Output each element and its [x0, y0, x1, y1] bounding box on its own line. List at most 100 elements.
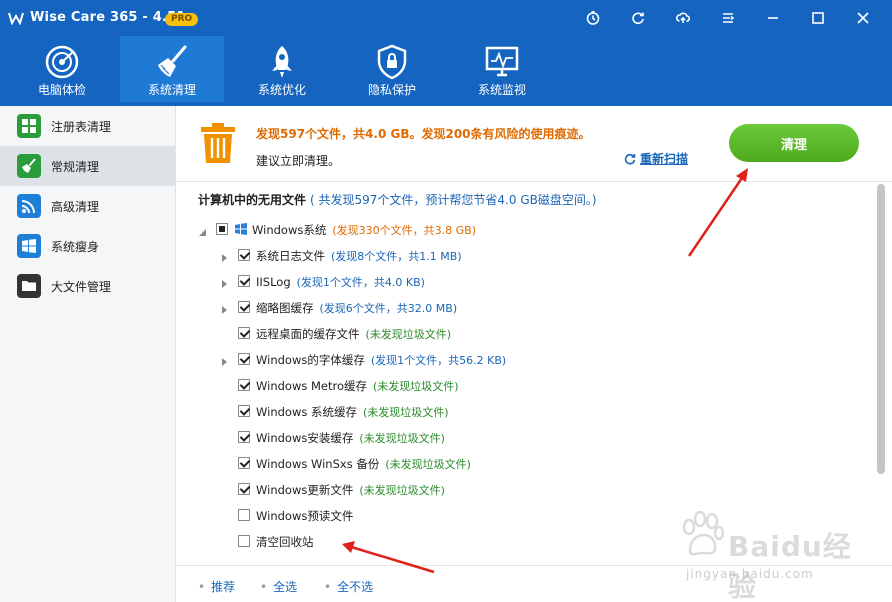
collapse-arrow-icon[interactable]: [198, 225, 206, 236]
summary-advice: 建议立即清理。: [256, 154, 341, 168]
tree-item-label: IISLog (发现1个文件，共4.0 KB): [256, 274, 425, 290]
item-checkbox[interactable]: [238, 353, 250, 365]
trash-icon: [201, 123, 235, 163]
item-status: (未发现垃圾文件): [373, 380, 459, 393]
minimize-icon: [768, 17, 778, 19]
nav-system-monitor[interactable]: 系统监视: [450, 36, 554, 102]
tree-row[interactable]: Windows Metro缓存 (未发现垃圾文件): [176, 374, 880, 396]
item-checkbox[interactable]: [238, 483, 250, 495]
nav-pc-checkup[interactable]: 电脑体检: [10, 36, 114, 102]
refresh-icon: [624, 153, 636, 164]
tree-row[interactable]: Windows系统 (发现330个文件，共3.8 GB): [176, 218, 880, 240]
sidebar-item-registry-clean[interactable]: 注册表清理: [0, 106, 175, 146]
nav-label: 电脑体检: [37, 83, 86, 97]
item-checkbox[interactable]: [238, 535, 250, 547]
nav-label: 隐私保护: [367, 83, 416, 97]
tree-row[interactable]: 清空回收站: [176, 530, 880, 552]
refresh-button[interactable]: [625, 6, 651, 30]
nav-label: 系统监视: [477, 83, 526, 97]
expand-arrow-icon[interactable]: [220, 251, 228, 262]
item-name: 缩略图缓存: [256, 301, 314, 315]
maximize-icon: [812, 12, 824, 24]
item-checkbox[interactable]: [238, 379, 250, 391]
folder-icon: [17, 274, 41, 298]
close-icon: [857, 12, 869, 24]
select-all-link[interactable]: 全选: [260, 578, 297, 595]
item-checkbox[interactable]: [216, 223, 228, 235]
recommend-link[interactable]: 推荐: [198, 578, 235, 595]
item-status: (未发现垃圾文件): [385, 458, 471, 471]
cloud-upload-button[interactable]: [670, 6, 696, 30]
tree-row[interactable]: Windows安装缓存 (未发现垃圾文件): [176, 426, 880, 448]
section-title: 计算机中的无用文件( 共发现597个文件，预计帮您节省4.0 GB磁盘空间。): [198, 191, 597, 208]
sidebar-item-system-slim[interactable]: 系统瘦身: [0, 226, 175, 266]
item-checkbox[interactable]: [238, 249, 250, 261]
item-name: 系统日志文件: [256, 249, 325, 263]
item-name: Windows安装缓存: [256, 431, 354, 445]
section-description: ( 共发现597个文件，预计帮您节省4.0 GB磁盘空间。): [310, 193, 597, 207]
clean-button[interactable]: 清理: [729, 124, 859, 162]
menu-icon: [723, 13, 735, 23]
item-checkbox[interactable]: [238, 327, 250, 339]
tree-row[interactable]: Windows的字体缓存 (发现1个文件，共56.2 KB): [176, 348, 880, 370]
tree-row[interactable]: Windows更新文件 (未发现垃圾文件): [176, 478, 880, 500]
nav-system-optimize[interactable]: 系统优化: [230, 36, 334, 102]
tree-item-label: Windows更新文件 (未发现垃圾文件): [256, 482, 445, 498]
expand-arrow-icon[interactable]: [220, 355, 228, 366]
tree-row[interactable]: Windows WinSxs 备份 (未发现垃圾文件): [176, 452, 880, 474]
minimize-button[interactable]: [760, 6, 786, 30]
item-status: (未发现垃圾文件): [365, 328, 452, 341]
tree-item-label: 清空回收站: [256, 534, 314, 550]
sidebar-item-regular-clean[interactable]: 常规清理: [0, 146, 175, 186]
select-none-link[interactable]: 全不选: [324, 578, 373, 595]
broom-icon: [17, 154, 41, 178]
maximize-button[interactable]: [805, 6, 831, 30]
item-name: Windows更新文件: [256, 483, 354, 497]
sidebar-item-label: 大文件管理: [51, 280, 112, 294]
tree-row[interactable]: 缩略图缓存 (发现6个文件，共32.0 MB): [176, 296, 880, 318]
sidebar: 注册表清理 常规清理 高级清理 系统瘦身 大文件管理: [0, 106, 176, 602]
sidebar-item-advanced-clean[interactable]: 高级清理: [0, 186, 175, 226]
menu-button[interactable]: [715, 6, 741, 30]
tree-item-label: 系统日志文件 (发现8个文件，共1.1 MB): [256, 248, 462, 264]
item-name: Windows预读文件: [256, 509, 354, 523]
nav-system-clean[interactable]: 系统清理: [120, 36, 224, 102]
nav-label: 系统清理: [147, 83, 196, 97]
item-name: IISLog: [256, 275, 291, 289]
item-checkbox[interactable]: [238, 509, 250, 521]
tree-row[interactable]: Windows 系统缓存 (未发现垃圾文件): [176, 400, 880, 422]
timer-icon: [586, 11, 600, 25]
nav-label: 系统优化: [257, 83, 306, 97]
close-button[interactable]: [850, 6, 876, 30]
expand-arrow-icon[interactable]: [220, 277, 228, 288]
expand-arrow-icon[interactable]: [220, 303, 228, 314]
tree-row[interactable]: Windows预读文件: [176, 504, 880, 526]
main-panel: 发现597个文件，共4.0 GB。发现200条有风险的使用痕迹。 建议立即清理。…: [176, 106, 892, 602]
item-name: Windows WinSxs 备份: [256, 457, 380, 471]
tree-item-label: Windows系统 (发现330个文件，共3.8 GB): [252, 222, 476, 238]
registry-icon: [17, 114, 41, 138]
app-logo-icon: [8, 12, 24, 25]
timer-button[interactable]: [580, 6, 606, 30]
tree-item-label: Windows WinSxs 备份 (未发现垃圾文件): [256, 456, 471, 472]
tree-row[interactable]: 远程桌面的缓存文件 (未发现垃圾文件): [176, 322, 880, 344]
item-checkbox[interactable]: [238, 301, 250, 313]
item-checkbox[interactable]: [238, 431, 250, 443]
item-checkbox[interactable]: [238, 457, 250, 469]
scroll-thumb[interactable]: [877, 184, 885, 474]
item-name: 远程桌面的缓存文件: [256, 327, 360, 341]
tree-row[interactable]: IISLog (发现1个文件，共4.0 KB): [176, 270, 880, 292]
rescan-link[interactable]: 重新扫描: [624, 150, 688, 167]
tree-row[interactable]: 系统日志文件 (发现8个文件，共1.1 MB): [176, 244, 880, 266]
sidebar-item-label: 注册表清理: [51, 120, 112, 134]
item-checkbox[interactable]: [238, 275, 250, 287]
nav-privacy-protect[interactable]: 隐私保护: [340, 36, 444, 102]
app-window: Wise Care 365 - 4.51 PRO 电脑体检 系统清理 系统优化 …: [0, 0, 892, 602]
tree-scrollbar[interactable]: [876, 184, 886, 564]
item-name: Windows Metro缓存: [256, 379, 368, 393]
sidebar-item-large-file-manager[interactable]: 大文件管理: [0, 266, 175, 306]
sidebar-item-label: 系统瘦身: [51, 240, 100, 254]
tree-item-label: Windows安装缓存 (未发现垃圾文件): [256, 430, 445, 446]
item-checkbox[interactable]: [238, 405, 250, 417]
pro-badge: PRO: [165, 13, 199, 26]
